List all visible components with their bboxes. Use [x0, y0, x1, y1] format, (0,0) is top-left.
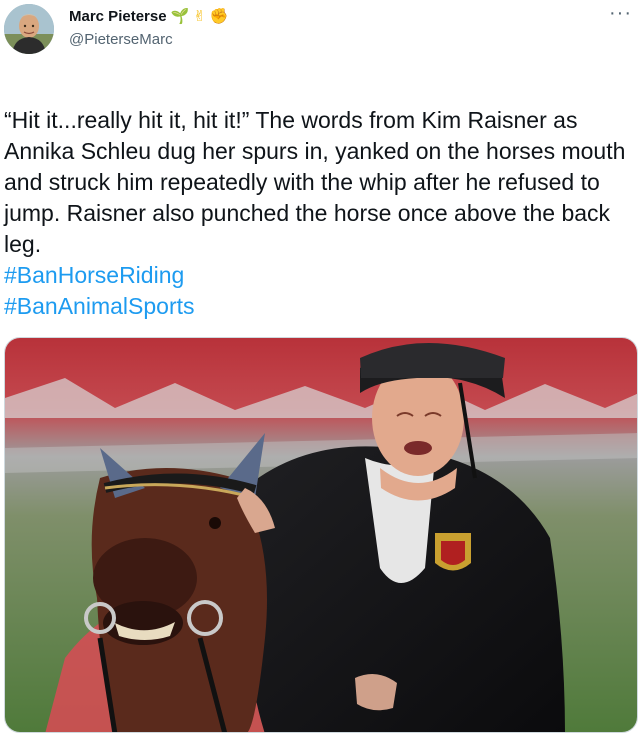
tweet-body: “Hit it...really hit it, hit it!” The wo… — [4, 107, 626, 257]
more-dots-icon[interactable]: ··· — [609, 2, 632, 25]
display-name[interactable]: Marc Pieterse — [69, 8, 167, 25]
avatar[interactable] — [4, 4, 54, 54]
hashtag-ban-horse-riding[interactable]: #BanHorseRiding — [4, 260, 184, 291]
photo-image — [5, 338, 637, 732]
hashtag-ban-animal-sports[interactable]: #BanAnimalSports — [4, 291, 195, 322]
raised-fist-emoji: ✊ — [209, 8, 229, 25]
victory-hand-emoji: ✌ — [193, 8, 206, 25]
tweet-header: Marc Pieterse 🌱 ✌ ✊ @PieterseMarc ··· — [0, 0, 642, 70]
seedling-emoji: 🌱 — [170, 8, 190, 25]
tweet-text: “Hit it...really hit it, hit it!” The wo… — [4, 74, 636, 291]
tweet-photo[interactable] — [4, 337, 638, 733]
user-handle[interactable]: @PieterseMarc — [69, 31, 173, 48]
